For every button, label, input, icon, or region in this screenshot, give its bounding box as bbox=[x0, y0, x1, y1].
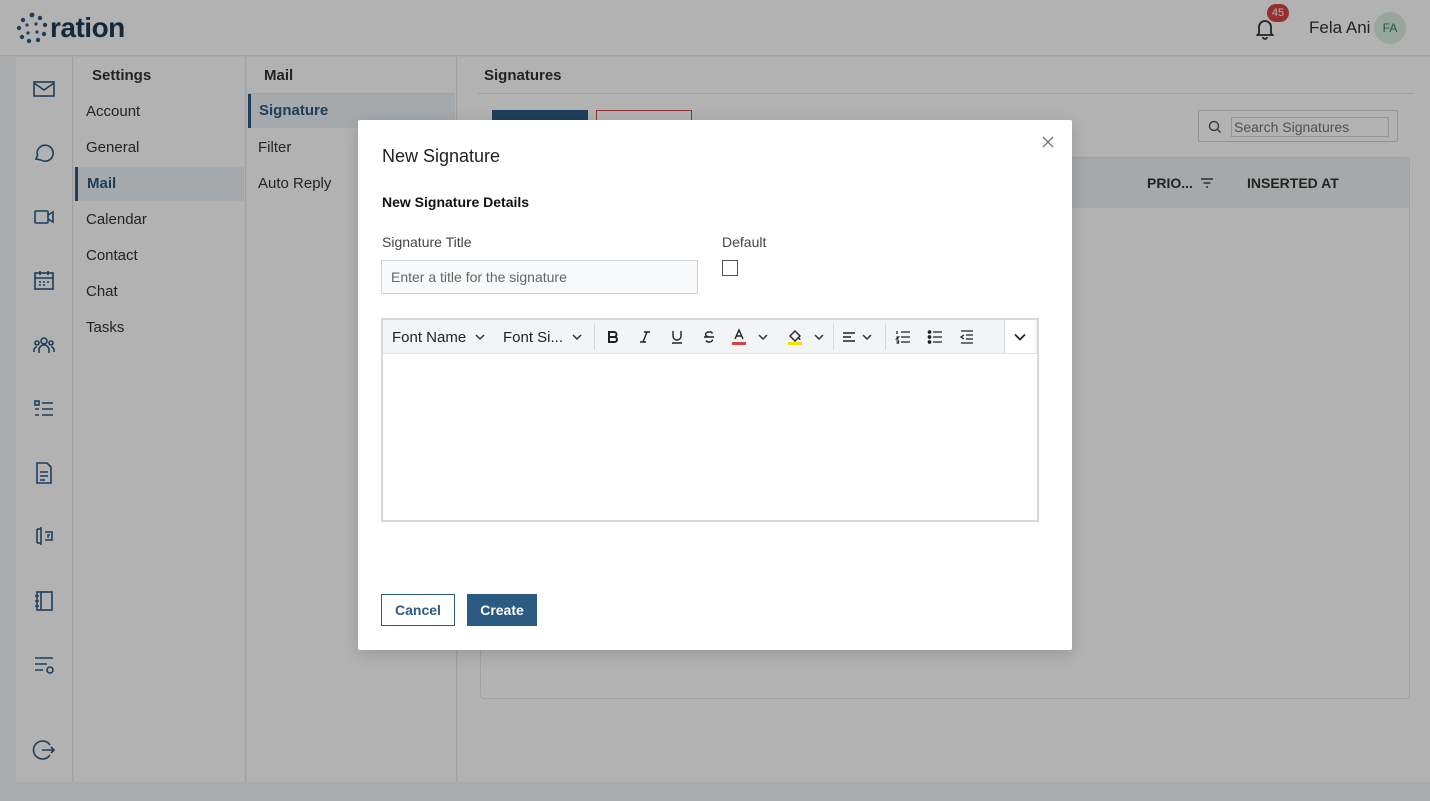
bullet-list-button[interactable] bbox=[925, 320, 945, 354]
bold-button[interactable] bbox=[603, 320, 623, 354]
chevron-down-icon bbox=[814, 334, 824, 341]
font-size-dropdown[interactable]: Font Si... bbox=[503, 320, 583, 354]
font-name-dropdown[interactable]: Font Name bbox=[392, 320, 486, 354]
underline-button[interactable] bbox=[667, 320, 687, 354]
chevron-down-icon bbox=[758, 334, 768, 341]
toolbar-separator bbox=[594, 324, 595, 350]
section-title: New Signature Details bbox=[382, 194, 530, 210]
toolbar-separator bbox=[885, 324, 886, 350]
toolbar-separator bbox=[833, 324, 834, 350]
outdent-button[interactable] bbox=[957, 320, 977, 354]
toolbar-more-button[interactable] bbox=[1004, 320, 1035, 353]
highlight-icon bbox=[788, 330, 802, 345]
font-size-label: Font Si... bbox=[503, 328, 564, 346]
new-signature-dialog: New Signature New Signature Details Sign… bbox=[358, 120, 1072, 650]
editor-toolbar: Font Name Font Si... bbox=[383, 320, 1037, 354]
strikethrough-icon bbox=[704, 331, 714, 343]
rich-text-editor: Font Name Font Si... bbox=[381, 318, 1039, 522]
bullet-list-icon bbox=[927, 330, 942, 344]
default-checkbox[interactable] bbox=[722, 260, 738, 276]
chevron-down-icon bbox=[572, 334, 582, 341]
text-color-dropdown[interactable] bbox=[757, 320, 769, 354]
editor-content-area[interactable] bbox=[383, 355, 1037, 520]
signature-title-label: Signature Title bbox=[382, 234, 472, 250]
highlight-button[interactable] bbox=[785, 320, 805, 354]
text-color-button[interactable] bbox=[729, 320, 749, 354]
align-left-icon bbox=[843, 332, 855, 342]
signature-title-input[interactable] bbox=[381, 260, 698, 294]
bold-icon bbox=[608, 331, 618, 343]
default-label: Default bbox=[722, 234, 767, 250]
align-dropdown[interactable] bbox=[841, 320, 873, 354]
chevron-down-icon bbox=[862, 334, 872, 341]
font-name-label: Font Name bbox=[392, 328, 467, 346]
underline-icon bbox=[672, 331, 682, 344]
cancel-button[interactable]: Cancel bbox=[381, 594, 455, 626]
outdent-icon bbox=[959, 330, 973, 344]
close-icon[interactable] bbox=[1040, 134, 1056, 150]
strikethrough-button[interactable] bbox=[699, 320, 719, 354]
chevron-down-icon bbox=[1014, 333, 1026, 341]
italic-button[interactable] bbox=[635, 320, 655, 354]
text-color-icon bbox=[732, 328, 746, 345]
create-button[interactable]: Create bbox=[467, 594, 537, 626]
dialog-title: New Signature bbox=[382, 146, 501, 166]
italic-icon bbox=[640, 331, 650, 343]
ordered-list-button[interactable] bbox=[893, 320, 913, 354]
chevron-down-icon bbox=[475, 334, 485, 341]
highlight-dropdown[interactable] bbox=[813, 320, 825, 354]
ordered-list-icon bbox=[895, 331, 910, 344]
